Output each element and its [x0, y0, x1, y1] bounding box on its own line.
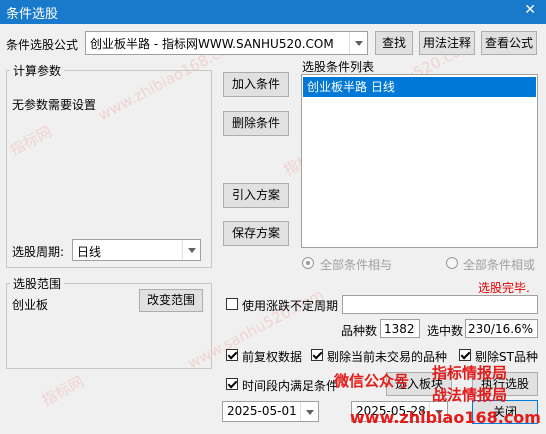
- uncertain-period-input[interactable]: [342, 295, 538, 314]
- selected-count-field: 230/16.6%: [465, 319, 538, 338]
- stock-count-label: 品种数: [341, 324, 378, 338]
- and-label: 全部条件相与: [320, 258, 393, 272]
- list-item[interactable]: 创业板半路 日线: [303, 77, 536, 97]
- uncertain-period-checkbox[interactable]: [226, 298, 238, 310]
- period-condition-checkbox[interactable]: [226, 378, 238, 390]
- selected-count-value: 230/16.6%: [468, 322, 534, 336]
- condition-list[interactable]: 创业板半路 日线: [301, 74, 538, 248]
- remove-untraded-label: 剔除当前未交易的品种: [327, 350, 448, 364]
- selected-count-label: 选中数: [427, 324, 464, 338]
- window-title: 条件选股: [6, 7, 59, 22]
- period-select[interactable]: 日线: [72, 239, 201, 261]
- watermark-text: 指标网: [38, 372, 87, 410]
- period-label: 选股周期:: [12, 245, 65, 259]
- or-label: 全部条件相或: [463, 258, 536, 272]
- chevron-down-icon[interactable]: [182, 240, 200, 260]
- watermark-overlay: 战法情报局: [432, 386, 508, 404]
- watermark-overlay: 指标情报局: [432, 364, 508, 382]
- formula-value: 创业板半路 - 指标网WWW.SANHU520.COM: [90, 37, 334, 51]
- formula-select[interactable]: 创业板半路 - 指标网WWW.SANHU520.COM: [85, 31, 368, 55]
- save-plan-button[interactable]: 保存方案: [223, 221, 289, 246]
- delete-condition-button[interactable]: 删除条件: [223, 111, 289, 136]
- stock-count-field: 1382: [380, 319, 420, 338]
- calc-params-text: 无参数需要设置: [12, 98, 97, 112]
- close-icon[interactable]: ✕: [524, 2, 536, 18]
- watermark-overlay: 微信公众号: [334, 372, 410, 390]
- period-condition-label: 时间段内满足条件: [242, 379, 339, 393]
- usage-notes-button[interactable]: 用法注释: [419, 31, 475, 55]
- change-range-button[interactable]: 改变范围: [139, 289, 203, 312]
- stock-count-value: 1382: [384, 322, 415, 336]
- stock-filter-window: www.zhibiao168.com 指标网 www.sanhu520.com …: [0, 0, 546, 434]
- remove-untraded-checkbox[interactable]: [311, 349, 323, 361]
- title-bar[interactable]: 条件选股 ✕: [0, 0, 546, 24]
- import-plan-button[interactable]: 引入方案: [223, 183, 289, 208]
- range-legend: 选股范围: [10, 275, 65, 292]
- uncertain-period-label: 使用涨跌不定周期: [242, 299, 339, 313]
- start-date-value: 2025-05-01: [227, 404, 297, 418]
- adjusted-data-checkbox[interactable]: [226, 349, 238, 361]
- start-date-picker[interactable]: 2025-05-01: [222, 401, 319, 422]
- chevron-down-icon[interactable]: [300, 402, 318, 421]
- or-radio[interactable]: [446, 257, 458, 269]
- and-radio[interactable]: [302, 257, 314, 269]
- adjusted-data-label: 前复权数据: [242, 350, 303, 364]
- period-value: 日线: [77, 245, 102, 259]
- condition-list-legend: 选股条件列表: [302, 60, 375, 74]
- add-condition-button[interactable]: 加入条件: [223, 72, 289, 97]
- status-text: 选股完毕.: [478, 281, 530, 295]
- view-formula-button[interactable]: 查看公式: [481, 31, 537, 55]
- find-button[interactable]: 查找: [375, 31, 413, 55]
- chevron-down-icon[interactable]: [349, 32, 367, 54]
- remove-st-checkbox[interactable]: [459, 349, 471, 361]
- range-value: 创业板: [12, 298, 49, 312]
- calc-params-legend: 计算参数: [10, 62, 65, 79]
- watermark-overlay: www.zhibiao168.com: [350, 408, 541, 427]
- formula-label: 条件选股公式: [6, 38, 79, 52]
